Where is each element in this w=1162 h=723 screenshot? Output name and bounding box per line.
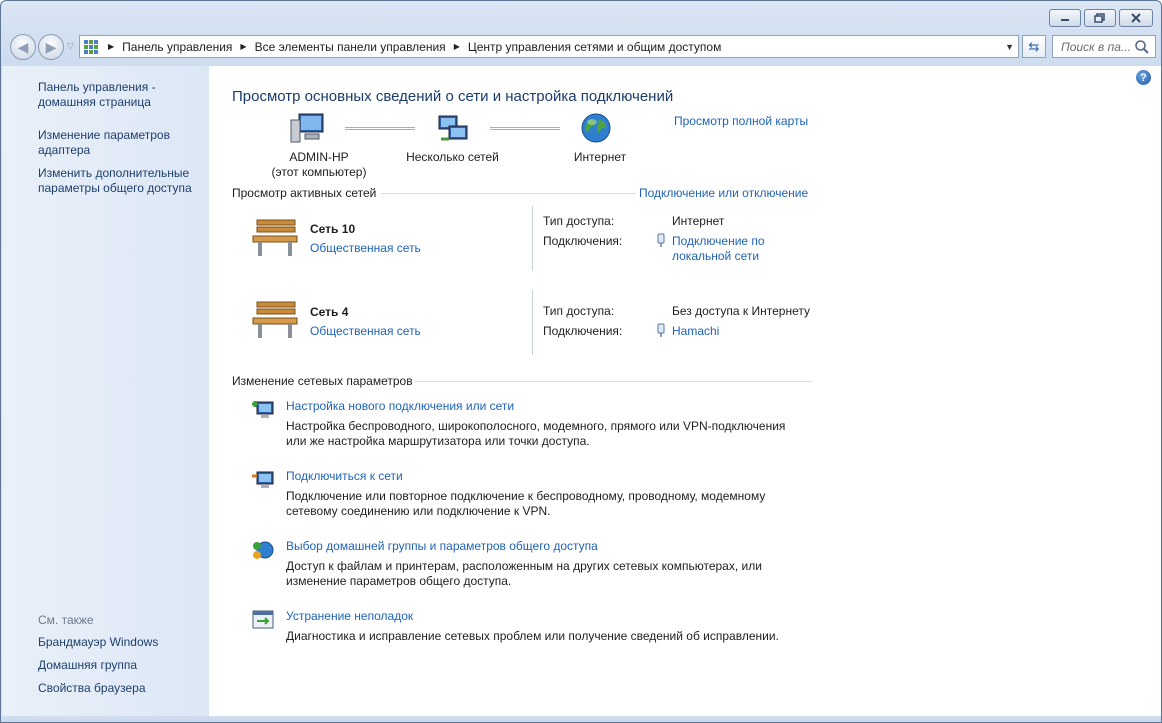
task-new-connection-desc: Настройка беспроводного, широкополосного… bbox=[286, 419, 786, 448]
minimize-button[interactable] bbox=[1049, 9, 1081, 27]
close-icon bbox=[1131, 13, 1141, 23]
network-type-link[interactable]: Общественная сеть bbox=[310, 324, 421, 338]
task-connect-link[interactable]: Подключиться к сети bbox=[286, 469, 403, 483]
main-content: ? Просмотр основных сведений о сети и на… bbox=[209, 66, 1161, 716]
back-arrow-icon: ◀ bbox=[17, 38, 29, 55]
search-icon[interactable] bbox=[1134, 39, 1150, 55]
network-divider bbox=[532, 290, 533, 355]
network-divider bbox=[532, 206, 533, 271]
map-internet-label[interactable]: Интернет bbox=[559, 150, 641, 165]
map-computer-sub: (этот компьютер) bbox=[271, 165, 367, 179]
close-button[interactable] bbox=[1119, 9, 1153, 27]
window-controls bbox=[1049, 9, 1153, 27]
troubleshoot-icon bbox=[252, 610, 274, 629]
connections-label: Подключения: bbox=[543, 234, 623, 248]
title-bar bbox=[1, 1, 1161, 31]
public-network-bench-icon[interactable] bbox=[249, 216, 301, 260]
help-icon[interactable]: ? bbox=[1136, 70, 1151, 85]
breadcrumb-network-center[interactable]: Центр управления сетями и общим доступом bbox=[468, 40, 722, 54]
task-connect-desc: Подключение или повторное подключение к … bbox=[286, 489, 766, 518]
address-dropdown-icon[interactable]: ▼ bbox=[1005, 42, 1014, 52]
task-homegroup-desc: Доступ к файлам и принтерам, расположенн… bbox=[286, 559, 762, 588]
maximize-button[interactable] bbox=[1084, 9, 1116, 27]
ethernet-connection-icon bbox=[657, 323, 665, 337]
sidebar-link-browser-properties[interactable]: Свойства браузера bbox=[38, 681, 146, 696]
network-name: Сеть 10 bbox=[310, 222, 356, 236]
task-troubleshoot-link[interactable]: Устранение неполадок bbox=[286, 609, 413, 623]
connection-hamachi-link[interactable]: Hamachi bbox=[672, 324, 719, 338]
breadcrumb-control-panel[interactable]: Панель управления ▶ bbox=[122, 40, 254, 54]
new-connection-icon bbox=[252, 401, 274, 418]
back-button[interactable]: ◀ bbox=[10, 34, 36, 60]
sidebar: Панель управления - домашняя страница Изм… bbox=[2, 66, 209, 716]
restore-icon bbox=[1094, 13, 1105, 23]
map-connection-line bbox=[490, 127, 560, 130]
network-type-link[interactable]: Общественная сеть bbox=[310, 241, 421, 255]
public-network-bench-icon[interactable] bbox=[249, 298, 301, 342]
internet-globe-icon bbox=[581, 113, 611, 143]
computer-icon bbox=[290, 113, 324, 143]
refresh-icon: ⇆ bbox=[1028, 38, 1040, 54]
map-connection-line bbox=[345, 127, 415, 130]
task-homegroup-link[interactable]: Выбор домашней группы и параметров общег… bbox=[286, 539, 598, 553]
access-type-value: Без доступа к Интернету bbox=[672, 304, 811, 318]
section-divider bbox=[415, 381, 812, 382]
search-placeholder: Поиск в па... bbox=[1061, 39, 1131, 54]
navigation-bar: ◀ ▶ ▽ ▶ Панель управления ▶ Все элементы … bbox=[1, 31, 1161, 65]
map-networks-label[interactable]: Несколько сетей bbox=[395, 150, 510, 165]
sidebar-link-advanced-sharing[interactable]: Изменить дополнительные параметры общего … bbox=[38, 166, 192, 196]
access-type-label: Тип доступа: bbox=[543, 214, 615, 228]
access-type-value: Интернет bbox=[672, 214, 725, 228]
sidebar-link-homegroup[interactable]: Домашняя группа bbox=[38, 658, 137, 673]
address-bar[interactable]: ▶ Панель управления ▶ Все элементы панели… bbox=[79, 35, 1019, 58]
see-also-heading: См. также bbox=[38, 613, 94, 627]
connection-local-link[interactable]: Подключение по локальной сети bbox=[672, 234, 765, 264]
task-troubleshoot-desc: Диагностика и исправление сетевых пробле… bbox=[286, 629, 779, 643]
homegroup-icon bbox=[253, 541, 274, 559]
connect-to-network-icon bbox=[252, 471, 274, 488]
network-name: Сеть 4 bbox=[310, 305, 349, 319]
forward-button[interactable]: ▶ bbox=[38, 34, 64, 60]
window: ◀ ▶ ▽ ▶ Панель управления ▶ Все элементы … bbox=[0, 0, 1162, 723]
task-new-connection-link[interactable]: Настройка нового подключения или сети bbox=[286, 399, 514, 413]
search-input[interactable]: Поиск в па... bbox=[1052, 35, 1156, 58]
forward-arrow-icon: ▶ bbox=[45, 38, 57, 55]
ethernet-connection-icon bbox=[657, 233, 665, 247]
multiple-networks-icon bbox=[438, 115, 468, 141]
control-panel-icon bbox=[84, 39, 98, 54]
history-dropdown-icon[interactable]: ▽ bbox=[67, 41, 74, 52]
connect-disconnect-link[interactable]: Подключение или отключение bbox=[639, 186, 808, 200]
refresh-button[interactable]: ⇆ bbox=[1022, 35, 1046, 58]
change-settings-heading: Изменение сетевых параметров bbox=[232, 374, 413, 388]
minimize-icon bbox=[1061, 19, 1069, 21]
map-computer-name[interactable]: ADMIN-HP bbox=[264, 150, 374, 165]
active-networks-heading: Просмотр активных сетей bbox=[232, 186, 377, 200]
sidebar-link-adapter-settings[interactable]: Изменение параметров адаптера bbox=[38, 128, 170, 158]
breadcrumb-arrow[interactable]: ▶ bbox=[104, 42, 122, 51]
breadcrumb-all-items[interactable]: Все элементы панели управления ▶ bbox=[255, 40, 468, 54]
page-title: Просмотр основных сведений о сети и наст… bbox=[232, 88, 674, 105]
window-bottom-border bbox=[1, 716, 1161, 722]
access-type-label: Тип доступа: bbox=[543, 304, 615, 318]
sidebar-link-control-panel-home[interactable]: Панель управления - домашняя страница bbox=[38, 80, 156, 110]
full-map-link[interactable]: Просмотр полной карты bbox=[674, 114, 808, 128]
sidebar-link-firewall[interactable]: Брандмауэр Windows bbox=[38, 635, 158, 650]
connections-label: Подключения: bbox=[543, 324, 623, 338]
section-divider bbox=[381, 193, 636, 194]
